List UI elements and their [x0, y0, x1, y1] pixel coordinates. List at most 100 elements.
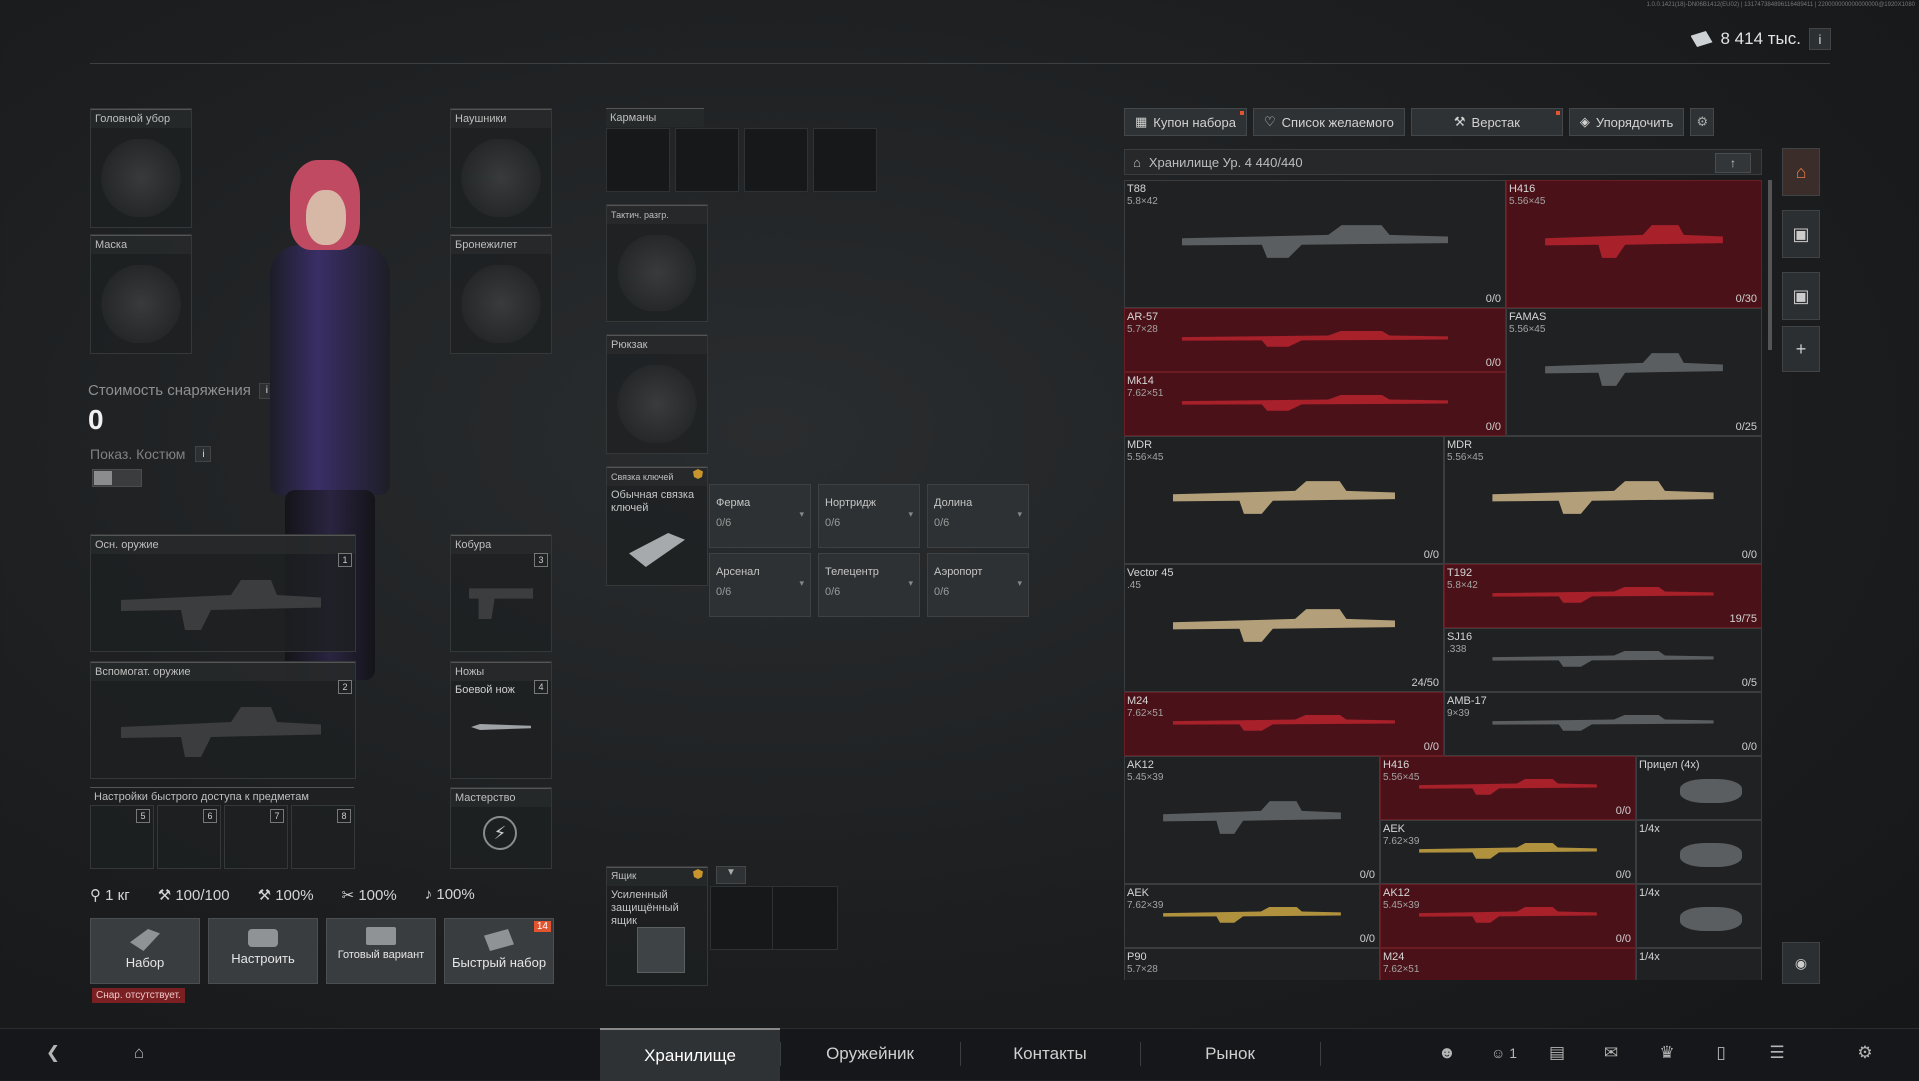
quick-slot-7[interactable]: 7 [224, 805, 288, 869]
tactical-rig-slot[interactable]: Тактич. разгр. [606, 204, 708, 322]
rifle-icon [1492, 586, 1714, 603]
pocket-slot[interactable] [813, 128, 877, 192]
stash-filter-icon[interactable]: ◉ [1782, 942, 1820, 984]
stash-item[interactable]: T88 5.8×42 0/0 [1124, 180, 1506, 308]
stash-item[interactable]: MDR 5.56×45 0/0 [1124, 436, 1444, 564]
stash-item[interactable]: AMB-17 9×39 0/0 [1444, 692, 1762, 756]
kit-button[interactable]: Набор [90, 918, 200, 984]
stash-settings-gear-icon[interactable]: ⚙ [1690, 108, 1715, 136]
stash-item[interactable]: M24 7.62×51 0/0 [1124, 692, 1444, 756]
show-costume-toggle[interactable] [92, 469, 142, 487]
quick-slot-8[interactable]: 8 [291, 805, 355, 869]
stash-item[interactable]: AR-57 5.7×28 0/0 [1124, 308, 1506, 372]
pocket-slot[interactable] [744, 128, 808, 192]
key-slot-airport[interactable]: Аэропорт 0/6 ▾ [927, 553, 1029, 617]
stash-item[interactable]: AEK 7.62×39 0/0 [1124, 884, 1380, 948]
back-arrow-icon[interactable]: ❮ [42, 1042, 64, 1064]
key-slot-arsenal[interactable]: Арсенал 0/6 ▾ [709, 553, 811, 617]
sort-button[interactable]: ◈ Упорядочить [1568, 108, 1685, 136]
stash-home-tab-icon[interactable]: ⌂ [1782, 148, 1820, 196]
mask-icon [101, 265, 181, 343]
friends-button[interactable]: ☺ 1 [1484, 1042, 1524, 1064]
quick-slot-6[interactable]: 6 [157, 805, 221, 869]
pocket-slot[interactable] [675, 128, 739, 192]
item-caliber: 7.62×51 [1383, 964, 1420, 975]
stash-item[interactable]: MDR 5.56×45 0/0 [1444, 436, 1762, 564]
stash-item[interactable]: SJ16.338 0/5 [1444, 628, 1762, 692]
mail-icon[interactable]: ✉ [1600, 1042, 1622, 1064]
stash-item[interactable]: Прицел (4x) [1636, 756, 1762, 820]
storage-box-tab-icon[interactable]: ▣ [1782, 272, 1820, 320]
team-icon[interactable]: ☻ [1436, 1042, 1458, 1064]
currency-info-button[interactable]: i [1809, 28, 1831, 50]
stash-item[interactable]: 1/4x [1636, 948, 1762, 980]
document-icon[interactable]: ▯ [1710, 1042, 1732, 1064]
stash-item[interactable]: AK12 5.45×39 0/0 [1124, 756, 1380, 884]
settings-gear-icon[interactable]: ⚙ [1854, 1042, 1876, 1064]
backpack-slot[interactable]: Рюкзак [606, 334, 708, 454]
box-slot[interactable]: Ящик Усиленный защищённый ящик [606, 866, 708, 986]
knife-item-name: Боевой нож [455, 684, 515, 696]
coupon-button[interactable]: ▦ Купон набора [1124, 108, 1247, 136]
storage-box-tab-icon[interactable]: ▣ [1782, 210, 1820, 258]
stash-item[interactable]: 1/4x [1636, 820, 1762, 884]
mask-slot[interactable]: Маска [90, 234, 192, 354]
tab-stash[interactable]: Хранилище [600, 1028, 780, 1081]
stash-scrollbar[interactable] [1768, 180, 1772, 350]
tab-gunsmith[interactable]: Оружейник [780, 1028, 960, 1079]
stash-item[interactable]: H416 5.56×45 0/0 [1380, 756, 1636, 820]
key-slot-telecenter[interactable]: Телецентр 0/6 ▾ [818, 553, 920, 617]
holster-slot[interactable]: Кобура 3 [450, 534, 552, 652]
stash-item[interactable]: AEK 7.62×39 0/0 [1380, 820, 1636, 884]
wishlist-button[interactable]: ♡ Список желаемого [1252, 108, 1405, 136]
knife-slot[interactable]: Ножы 4 Боевой нож [450, 661, 552, 779]
task-list-icon[interactable]: ☰ [1766, 1042, 1788, 1064]
tab-contacts[interactable]: Контакты [960, 1028, 1140, 1079]
trophy-icon[interactable]: ♛ [1656, 1042, 1678, 1064]
chat-icon[interactable]: ▤ [1546, 1042, 1568, 1064]
stash-item[interactable]: T192 5.8×42 19/75 [1444, 564, 1762, 628]
headwear-slot[interactable]: Головной убор [90, 108, 192, 228]
mastery-slot[interactable]: Мастерство ⚡ [450, 787, 552, 869]
home-icon[interactable]: ⌂ [128, 1042, 150, 1064]
stash-item[interactable]: H416 5.56×45 0/30 [1506, 180, 1762, 308]
quick-kit-button[interactable]: 14 Быстрый набор [444, 918, 554, 984]
stash-home-icon: ⌂ [1133, 154, 1141, 170]
heart-icon: ♡ [1263, 114, 1276, 129]
add-storage-icon[interactable]: + [1782, 326, 1820, 372]
headphones-slot[interactable]: Наушники [450, 108, 552, 228]
stash-item[interactable]: 1/4x [1636, 884, 1762, 948]
secondary-weapon-slot[interactable]: Вспомогат. оружие 2 [90, 661, 356, 779]
keychain-slot[interactable]: Связка ключей Обычная связка ключей [606, 466, 708, 586]
holster-number: 3 [534, 553, 548, 567]
key-slot-valley[interactable]: Долина 0/6 ▾ [927, 484, 1029, 548]
key-slot-ferma[interactable]: Ферма 0/6 ▾ [709, 484, 811, 548]
toolbox-icon [248, 929, 278, 947]
stash-item[interactable]: AK12 5.45×39 0/0 [1380, 884, 1636, 948]
item-ammo-count: 0/30 [1735, 293, 1757, 305]
stash-item[interactable]: Mk14 7.62×51 0/0 [1124, 372, 1506, 436]
primary-weapon-slot[interactable]: Осн. оружие 1 [90, 534, 356, 652]
stash-upgrade-button[interactable]: ↑ [1715, 153, 1751, 173]
configure-button[interactable]: Настроить [208, 918, 318, 984]
box-inner-slot[interactable] [772, 886, 838, 950]
key-slot-northridge[interactable]: Нортридж 0/6 ▾ [818, 484, 920, 548]
stash-item[interactable]: M24 7.62×51 [1380, 948, 1636, 980]
box-inner-slot[interactable] [710, 886, 776, 950]
item-caliber: 9×39 [1447, 708, 1470, 719]
tab-market[interactable]: Рынок [1140, 1028, 1320, 1079]
stash-item[interactable]: Vector 45.45 24/50 [1124, 564, 1444, 692]
pocket-slot[interactable] [606, 128, 670, 192]
item-ammo-count: 0/0 [1423, 741, 1439, 753]
item-ammo-count: 0/0 [1615, 869, 1631, 881]
smg-icon [1182, 330, 1448, 347]
stash-item[interactable]: P90 5.7×28 [1124, 948, 1380, 980]
show-costume-info-icon[interactable]: i [195, 446, 212, 462]
quick-slot-5[interactable]: 5 [90, 805, 154, 869]
armor-slot[interactable]: Бронежилет [450, 234, 552, 354]
workbench-button[interactable]: ⚒ Верстак [1410, 108, 1563, 136]
pockets-panel: Карманы [606, 108, 877, 194]
ready-variant-button[interactable]: Готовый вариант [326, 918, 436, 984]
stash-item[interactable]: FAMAS 5.56×45 0/25 [1506, 308, 1762, 436]
pin-icon[interactable]: ▼ [716, 866, 746, 884]
